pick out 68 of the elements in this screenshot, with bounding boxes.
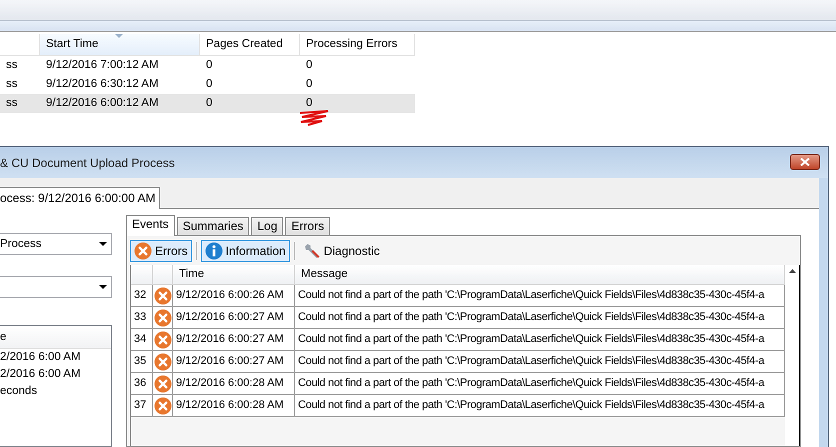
tab[interactable]: ocess: 9/12/2016 6:00:00 AM: [0, 187, 160, 209]
table-cell: Could not find a part of the path 'C:\ProgramData\Laserfiche\Quick Fields\Files\4d838c35-430c-45f4-a: [295, 285, 785, 307]
list-item: 2/2016 6:00 AM: [0, 367, 82, 382]
row-number: 32: [131, 285, 153, 307]
error-icon: [154, 286, 172, 304]
table-cell-text: 9/12/2016 6:30:12 AM: [45, 77, 160, 92]
table-cell: 9/12/2016 6:00:12 AM: [40, 94, 200, 113]
row-number: 37: [131, 395, 153, 417]
table-cell: Could not find a part of the path 'C:\ProgramData\Laserfiche\Quick Fields\Files\4d838c35-430c-45f4-a: [295, 373, 785, 395]
window-title: & CU Document Upload Process: [0, 156, 175, 170]
table-cell: Could not find a part of the path 'C:\ProgramData\Laserfiche\Quick Fields\Files\4d838c35-430c-45f4-a: [295, 395, 785, 417]
table-cell: 9/12/2016 6:00:28 AM: [173, 395, 295, 417]
scrollbar[interactable]: [785, 265, 800, 446]
error-icon: [134, 242, 152, 260]
list-item: 2/2016 6:00 AM: [0, 350, 82, 365]
row-number: 36: [131, 373, 153, 395]
table-cell: Could not find a part of the path 'C:\ProgramData\Laserfiche\Quick Fields\Files\4d838c35-430c-45f4-a: [295, 307, 785, 329]
process-dropdown[interactable]: Process: [0, 233, 112, 255]
table-cell: 9/12/2016 6:00:27 AM: [173, 351, 295, 373]
column-header[interactable]: Pages Created: [200, 34, 300, 56]
error-icon: [154, 374, 172, 392]
row-number: 33: [131, 307, 153, 329]
table-cell-text: ss: [5, 58, 18, 73]
column-header[interactable]: Message: [295, 265, 785, 285]
table-cell-text: 0: [205, 77, 214, 92]
column-header[interactable]: [0, 34, 40, 56]
filter-button[interactable]: Information: [200, 240, 290, 262]
row-number: 34: [131, 329, 153, 351]
row-number: 35: [131, 351, 153, 373]
sort-arrow-icon: [115, 34, 123, 39]
error-icon: [154, 352, 172, 370]
error-icon: [154, 396, 172, 414]
table-cell: 9/12/2016 6:00:26 AM: [173, 285, 295, 307]
table-cell-text: 0: [305, 77, 314, 92]
scroll-up-icon[interactable]: [788, 269, 796, 273]
table-cell: ss: [0, 94, 40, 113]
table-cell-text: 0: [205, 58, 214, 73]
dropdown-arrow-icon: [99, 242, 107, 246]
table-cell: 9/12/2016 6:00:27 AM: [173, 307, 295, 329]
info-icon: [204, 242, 223, 260]
column-header[interactable]: Time: [173, 265, 295, 285]
table-cell: Could not find a part of the path 'C:\ProgramData\Laserfiche\Quick Fields\Files\4d838c35-430c-45f4-a: [295, 351, 785, 373]
column-header[interactable]: [153, 265, 173, 285]
tab[interactable]: Summaries: [176, 217, 250, 235]
table-cell-text: ss: [5, 77, 18, 92]
close-icon: [800, 158, 810, 166]
error-icon: [154, 330, 172, 348]
filter-button[interactable]: Diagnostic: [298, 240, 384, 262]
list-item: econds: [0, 384, 38, 399]
table-cell: 0: [200, 94, 300, 113]
tab[interactable]: Events: [126, 215, 175, 236]
error-icon: [154, 308, 172, 326]
wrench-icon: [302, 242, 321, 260]
table-cell: 9/12/2016 6:00:28 AM: [173, 373, 295, 395]
filter-button[interactable]: Errors: [130, 240, 192, 262]
tab[interactable]: Log: [251, 217, 284, 235]
table-cell: 0: [300, 94, 415, 113]
dropdown-arrow-icon: [99, 285, 107, 289]
close-button[interactable]: [790, 154, 820, 170]
tab[interactable]: Errors: [285, 217, 330, 235]
dropdown[interactable]: [0, 276, 112, 298]
column-header[interactable]: Processing Errors: [300, 34, 415, 56]
column-header[interactable]: [131, 265, 153, 285]
table-cell-text: 9/12/2016 7:00:12 AM: [45, 58, 160, 73]
column-header[interactable]: Start Time: [40, 34, 200, 56]
table-cell-text: 0: [305, 58, 314, 73]
table-cell: 9/12/2016 6:00:27 AM: [173, 329, 295, 351]
table-cell: Could not find a part of the path 'C:\ProgramData\Laserfiche\Quick Fields\Files\4d838c35-430c-45f4-a: [295, 329, 785, 351]
